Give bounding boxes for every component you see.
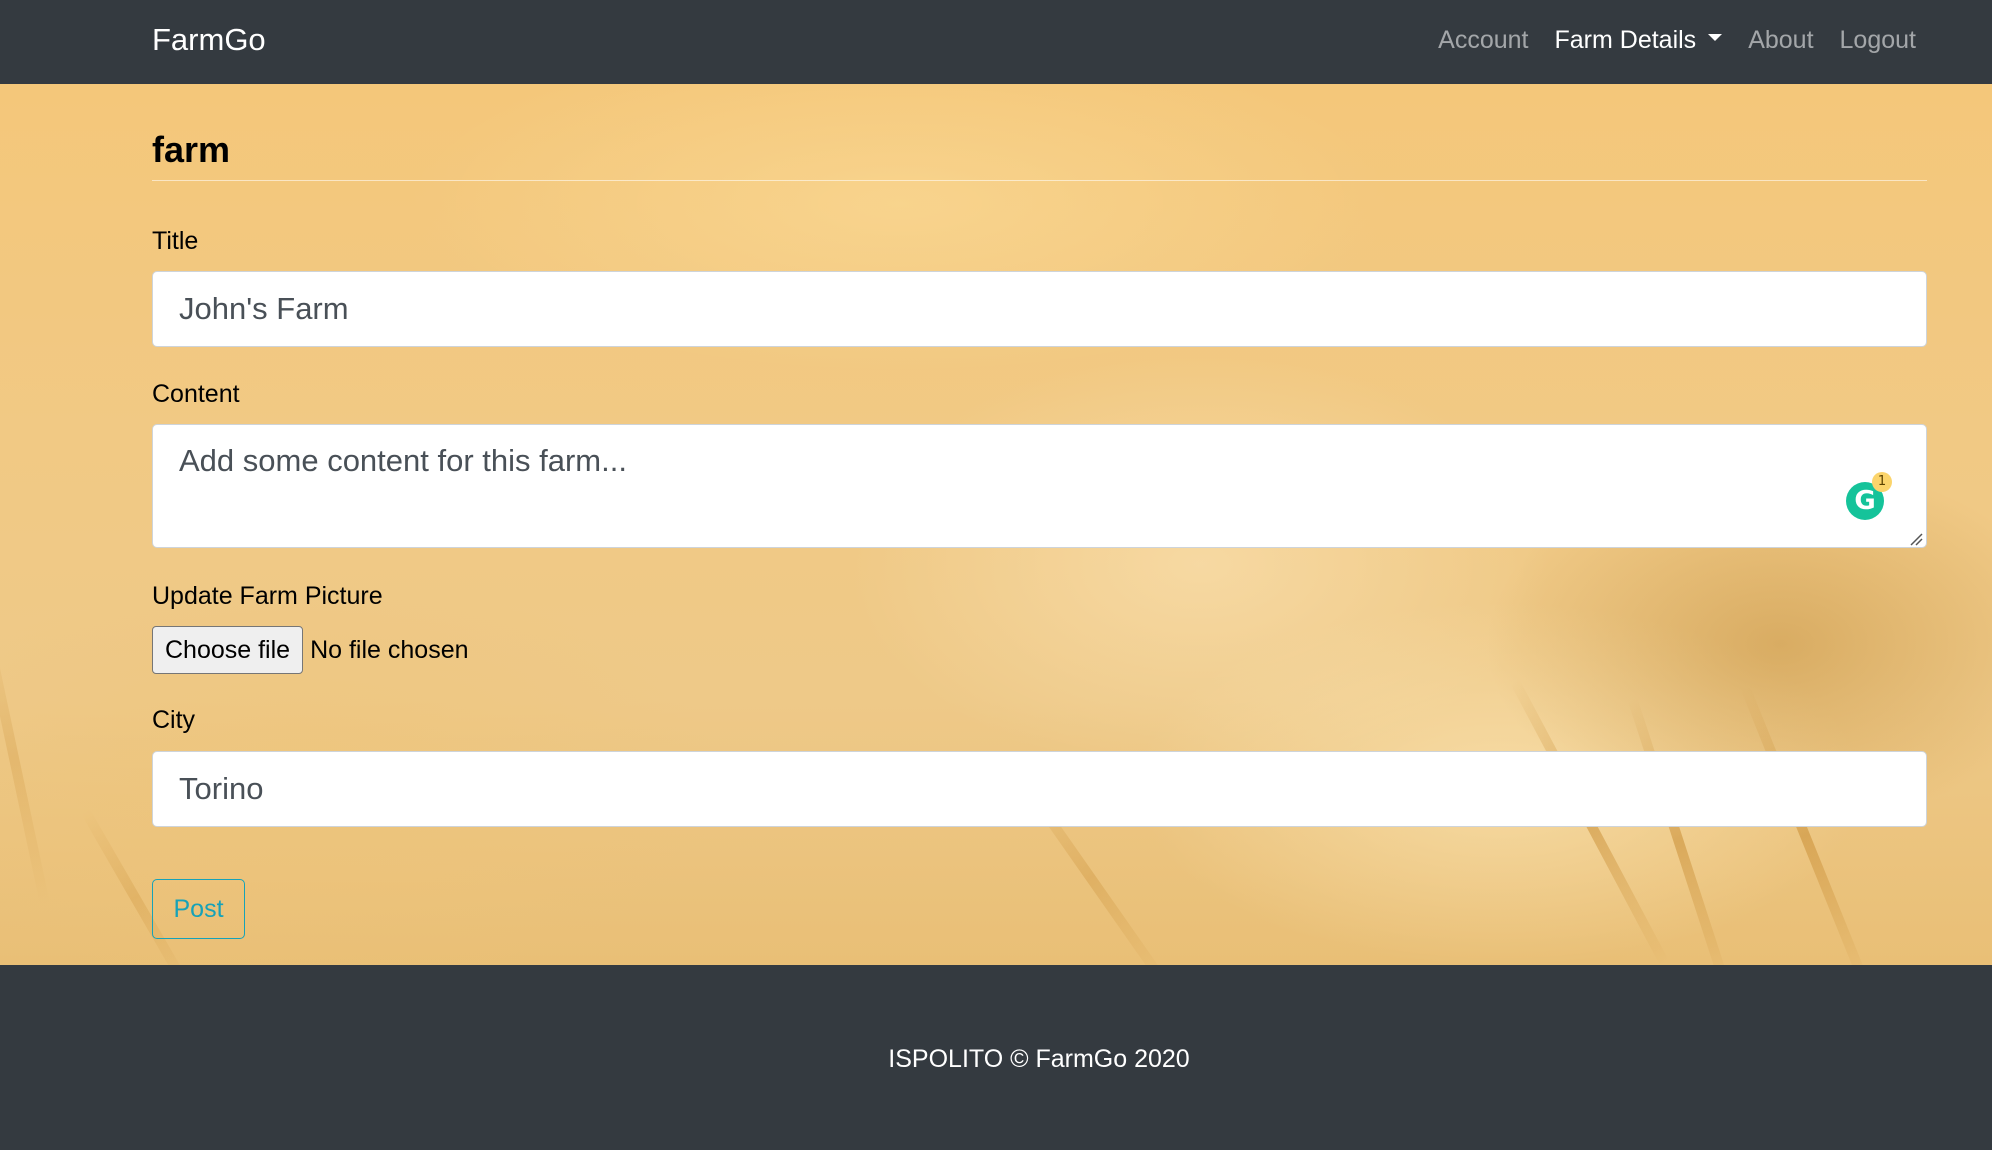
resize-handle-icon[interactable] [1909, 532, 1923, 546]
choose-file-button[interactable]: Choose file [152, 626, 304, 674]
grammarly-count-badge: 1 [1872, 472, 1892, 492]
title-input[interactable] [152, 271, 1927, 347]
picture-label: Update Farm Picture [152, 582, 383, 610]
city-input[interactable] [152, 751, 1927, 827]
caret-down-icon [1708, 33, 1723, 41]
file-upload-row: Choose file No file chosen [152, 626, 469, 674]
wheat-stalk-decoration [0, 609, 50, 906]
nav-link-logout[interactable]: Logout [1840, 20, 1916, 60]
nav-links: Account Farm Details About Logout [1412, 20, 1916, 60]
nav-link-account[interactable]: Account [1438, 20, 1528, 60]
content-textarea[interactable] [152, 424, 1927, 548]
page-footer: ISPOLITO © FarmGo 2020 [0, 965, 1992, 1150]
nav-link-account-label: Account [1438, 26, 1529, 54]
content-label: Content [152, 380, 240, 408]
footer-copyright: ISPOLITO © FarmGo 2020 [888, 1045, 1190, 1073]
file-status-text: No file chosen [310, 635, 469, 664]
nav-link-about[interactable]: About [1748, 20, 1813, 60]
wheat-background-main: farm Title Content G 1 Update Farm Pictu… [0, 84, 1992, 965]
title-label: Title [152, 227, 199, 255]
post-button[interactable]: Post [152, 879, 245, 939]
city-label: City [152, 706, 196, 734]
form-heading: farm [152, 129, 231, 170]
brand-logo-link[interactable]: FarmGo [152, 20, 266, 60]
nav-link-about-label: About [1748, 26, 1814, 54]
nav-link-logout-label: Logout [1839, 26, 1916, 54]
top-navbar: FarmGo Account Farm Details About Logout [0, 0, 1992, 84]
nav-link-farm-details-label: Farm Details [1554, 26, 1697, 54]
nav-dropdown-farm-details[interactable]: Farm Details [1555, 20, 1723, 60]
heading-divider [152, 180, 1927, 181]
